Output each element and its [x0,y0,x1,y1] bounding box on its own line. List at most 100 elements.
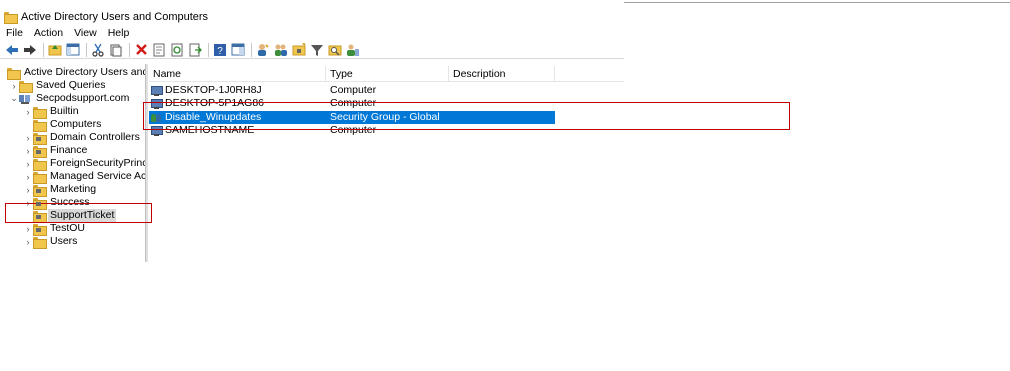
folder-icon [19,80,33,93]
no-chevron [23,118,33,131]
tree-item-marketing[interactable]: › Marketing [23,183,98,197]
folder-icon [33,119,47,132]
toolbar-separator [43,42,44,57]
tree-item-test-ou[interactable]: › TestOU [23,222,87,236]
pane-splitter[interactable] [146,64,148,262]
chevron-right-icon[interactable]: › [23,235,33,248]
refresh-icon[interactable] [169,42,185,58]
tree-item-builtin[interactable]: › Builtin [23,105,81,119]
tree-item-label: Computers [50,118,102,130]
tree-item-domain-controllers[interactable]: › Domain Controllers [23,131,142,145]
tree-item-label: Success [50,196,90,208]
menu-help[interactable]: Help [108,26,130,40]
column-header-description[interactable]: Description [449,66,555,82]
tree-item-label: Saved Queries [36,79,106,91]
tree-item-label: TestOU [50,222,86,234]
item-name: SAMEHOSTNAME [165,124,255,136]
delete-icon[interactable] [133,42,149,58]
group-icon [151,113,162,123]
aduc-app-icon [4,11,18,24]
menu-view[interactable]: View [74,26,97,40]
console-tree-icon[interactable] [65,42,81,58]
chevron-right-icon[interactable]: › [23,183,33,196]
export-icon[interactable] [187,42,203,58]
computer-icon [151,125,163,136]
list-item[interactable]: SAMEHOSTNAME Computer [149,124,555,137]
tree-item-label: Finance [50,144,88,156]
computer-icon [151,85,163,96]
list-item[interactable]: DESKTOP-5P1AG86 Computer [149,97,555,110]
details-list: Name Type Description DESKTOP-1J0RH8J Co… [149,66,624,262]
chevron-right-icon[interactable]: › [23,196,33,209]
menu-action[interactable]: Action [34,26,63,40]
cut-icon[interactable] [90,42,106,58]
properties-icon[interactable] [151,42,167,58]
item-type: Computer [330,84,377,96]
folder-icon [33,106,47,119]
window-title: Active Directory Users and Computers [21,11,209,23]
filter-icon[interactable] [309,42,325,58]
chevron-right-icon[interactable]: › [23,222,33,235]
ou-folder-icon [33,132,47,145]
item-type: Computer [330,97,377,109]
title-bar: Active Directory Users and Computers [0,8,624,26]
item-description [449,97,555,110]
list-item-selected[interactable]: Disable_Winupdates Security Group - Glob… [149,111,555,124]
tree-root-label: Active Directory Users and Com [24,66,145,78]
chevron-right-icon[interactable]: › [23,144,33,157]
column-header-type[interactable]: Type [326,66,449,82]
tree-item-computers[interactable]: Computers [23,118,103,132]
tree-item-support-ticket[interactable]: SupportTicket [23,209,117,223]
tree-saved-queries[interactable]: › Saved Queries [9,79,107,93]
tree-domain[interactable]: ⌄ Secpodsupport.com [9,92,131,105]
chevron-right-icon[interactable]: › [23,170,33,183]
item-name: Disable_Winupdates [165,111,262,123]
chevron-right-icon[interactable]: › [23,157,33,170]
item-description [449,124,555,137]
list-item[interactable]: DESKTOP-1J0RH8J Computer [149,84,555,97]
chevron-right-icon[interactable]: › [23,131,33,144]
mmc-window: Active Directory Users and Computers Fil… [0,0,624,262]
item-description [449,84,555,97]
details-pane-icon[interactable] [230,42,246,58]
find-icon[interactable] [327,42,343,58]
toolbar-separator [86,42,87,57]
ou-folder-icon [33,184,47,197]
up-folder-icon[interactable] [47,42,63,58]
tree-item-foreign-security-principals[interactable]: › ForeignSecurityPrincipals [23,157,145,171]
menu-file[interactable]: File [6,26,23,40]
list-header: Name Type Description [149,66,624,82]
new-user-icon[interactable] [255,42,271,58]
chevron-right-icon[interactable]: › [23,105,33,118]
aduc-root-icon [7,67,21,80]
ou-folder-icon [33,197,47,210]
new-group-icon[interactable] [273,42,289,58]
tree-item-users[interactable]: › Users [23,235,79,249]
tree-item-success[interactable]: › Success [23,196,92,210]
no-chevron [23,209,33,222]
ou-folder-icon [33,223,47,236]
new-ou-icon[interactable] [291,42,307,58]
chevron-down-icon[interactable]: ⌄ [9,92,19,105]
item-name: DESKTOP-5P1AG86 [165,97,265,109]
ou-folder-icon [33,145,47,158]
tree-item-managed-service-accounts[interactable]: › Managed Service Accour [23,170,146,184]
back-arrow-icon[interactable] [4,42,20,58]
tree-item-finance[interactable]: › Finance [23,144,89,158]
item-description [449,111,555,124]
tree-item-label: ForeignSecurityPrincipals [50,157,145,169]
item-type: Security Group - Global [330,111,440,123]
help-icon[interactable]: ? [212,42,228,58]
copy-icon[interactable] [108,42,124,58]
add-to-group-icon[interactable] [345,42,361,58]
folder-icon [33,171,47,184]
toolbar-separator [129,42,130,57]
forward-arrow-icon[interactable] [22,42,38,58]
toolbar-separator [208,42,209,57]
console-tree: Active Directory Users and Com › Saved Q… [3,64,146,262]
tree-root[interactable]: Active Directory Users and Com [7,66,145,80]
tree-item-label: Marketing [50,183,97,195]
tree-item-label: Managed Service Accour [50,170,146,182]
column-header-name[interactable]: Name [149,66,326,82]
chevron-right-icon[interactable]: › [9,79,19,92]
